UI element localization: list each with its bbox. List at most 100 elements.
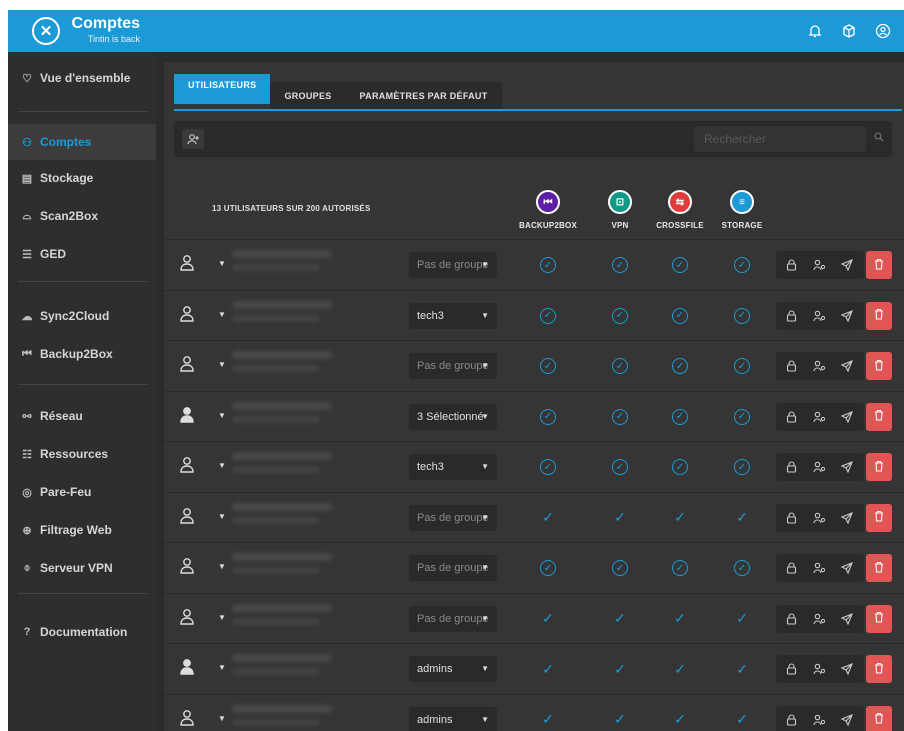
- service-toggle-crossfile[interactable]: ✓: [672, 560, 688, 576]
- service-toggle-crossfile[interactable]: ✓: [672, 358, 688, 374]
- service-toggle-backup2box[interactable]: ✓: [540, 257, 556, 273]
- lock-icon[interactable]: [784, 612, 798, 626]
- service-toggle-vpn[interactable]: ✓: [612, 358, 628, 374]
- send-icon[interactable]: [840, 309, 854, 323]
- lock-icon[interactable]: [784, 460, 798, 474]
- sidebar-item-r-seau[interactable]: ⚯ Réseau: [8, 398, 156, 434]
- user-key-icon[interactable]: [812, 410, 826, 424]
- box-icon[interactable]: [840, 22, 858, 40]
- user-key-icon[interactable]: [812, 258, 826, 272]
- service-toggle-vpn[interactable]: ✓: [610, 659, 630, 679]
- service-toggle-storage[interactable]: ✓: [734, 459, 750, 475]
- crossfile-icon[interactable]: ⇆: [668, 190, 692, 214]
- send-icon[interactable]: [840, 662, 854, 676]
- service-toggle-backup2box[interactable]: ✓: [538, 609, 558, 629]
- user-key-icon[interactable]: [812, 460, 826, 474]
- service-toggle-crossfile[interactable]: ✓: [672, 459, 688, 475]
- send-icon[interactable]: [840, 511, 854, 525]
- delete-user-button[interactable]: [866, 402, 892, 431]
- tab-parametres-par-defaut[interactable]: PARAMÈTRES PAR DÉFAUT: [345, 82, 502, 110]
- service-toggle-storage[interactable]: ✓: [734, 257, 750, 273]
- group-select[interactable]: admins ▼: [409, 656, 497, 682]
- lock-icon[interactable]: [784, 561, 798, 575]
- send-icon[interactable]: [840, 612, 854, 626]
- sidebar-item-scan2box[interactable]: ⌓ Scan2Box: [8, 198, 156, 234]
- lock-icon[interactable]: [784, 359, 798, 373]
- sidebar-item-documentation[interactable]: ? Documentation: [8, 614, 156, 650]
- user-circle-icon[interactable]: [874, 22, 892, 40]
- delete-user-button[interactable]: [866, 352, 892, 380]
- service-toggle-vpn[interactable]: ✓: [612, 560, 628, 576]
- user-key-icon[interactable]: [812, 309, 826, 323]
- lock-icon[interactable]: [784, 662, 798, 676]
- service-toggle-vpn[interactable]: ✓: [612, 257, 628, 273]
- sidebar-item-sync2cloud[interactable]: ☁ Sync2Cloud: [8, 298, 156, 334]
- service-toggle-storage[interactable]: ✓: [732, 508, 752, 528]
- service-toggle-backup2box[interactable]: ✓: [538, 508, 558, 528]
- service-toggle-storage[interactable]: ✓: [732, 659, 752, 679]
- service-toggle-vpn[interactable]: ✓: [610, 609, 630, 629]
- service-toggle-backup2box[interactable]: ✓: [540, 560, 556, 576]
- sidebar-item-pare-feu[interactable]: ◎ Pare-Feu: [8, 474, 156, 510]
- service-toggle-vpn[interactable]: ✓: [612, 408, 628, 425]
- sidebar-item-serveur-vpn[interactable]: ⌽ Serveur VPN: [8, 550, 156, 586]
- service-toggle-backup2box[interactable]: ✓: [540, 408, 556, 425]
- lock-icon[interactable]: [784, 511, 798, 525]
- service-toggle-crossfile[interactable]: ✓: [670, 609, 690, 629]
- service-toggle-storage[interactable]: ✓: [734, 560, 750, 576]
- service-toggle-crossfile[interactable]: ✓: [670, 508, 690, 528]
- user-key-icon[interactable]: [812, 561, 826, 575]
- expand-caret[interactable]: ▼: [218, 714, 226, 723]
- service-toggle-vpn[interactable]: ✓: [612, 459, 628, 475]
- send-icon[interactable]: [840, 460, 854, 474]
- add-user-button[interactable]: [182, 129, 204, 149]
- service-toggle-backup2box[interactable]: ✓: [540, 358, 556, 374]
- service-toggle-backup2box[interactable]: ✓: [540, 459, 556, 475]
- search-input[interactable]: [694, 126, 866, 152]
- send-icon[interactable]: [840, 258, 854, 272]
- service-toggle-vpn[interactable]: ✓: [610, 710, 630, 730]
- user-key-icon[interactable]: [812, 612, 826, 626]
- sidebar-item-backup2box[interactable]: ⏮ Backup2Box: [8, 336, 156, 372]
- group-select[interactable]: Pas de groupe ▼: [409, 504, 497, 531]
- service-toggle-vpn[interactable]: ✓: [610, 508, 630, 528]
- service-toggle-crossfile[interactable]: ✓: [672, 257, 688, 273]
- service-toggle-storage[interactable]: ✓: [734, 307, 750, 324]
- lock-icon[interactable]: [784, 309, 798, 323]
- delete-user-button[interactable]: [866, 604, 892, 633]
- sidebar-item-filtrage-web[interactable]: ⊕ Filtrage Web: [8, 512, 156, 548]
- delete-user-button[interactable]: [866, 453, 892, 481]
- service-toggle-storage[interactable]: ✓: [734, 408, 750, 425]
- group-select[interactable]: tech3 ▼: [409, 302, 497, 329]
- user-key-icon[interactable]: [812, 511, 826, 525]
- sidebar-item-comptes[interactable]: ⚇ Comptes: [8, 124, 156, 160]
- expand-caret[interactable]: ▼: [218, 259, 226, 268]
- bell-icon[interactable]: [806, 22, 824, 40]
- backup-icon[interactable]: ⏮: [536, 190, 560, 214]
- service-toggle-crossfile[interactable]: ✓: [672, 408, 688, 425]
- sidebar-item-ged[interactable]: ☰ GED: [8, 236, 156, 272]
- tab-groupes[interactable]: GROUPES: [270, 82, 346, 110]
- service-toggle-backup2box[interactable]: ✓: [538, 710, 558, 730]
- tab-utilisateurs[interactable]: UTILISATEURS: [174, 74, 271, 104]
- service-toggle-backup2box[interactable]: ✓: [540, 307, 556, 324]
- service-toggle-storage[interactable]: ✓: [734, 358, 750, 374]
- delete-user-button[interactable]: [866, 503, 892, 532]
- sidebar-item-ressources[interactable]: ☷ Ressources: [8, 436, 156, 472]
- delete-user-button[interactable]: [866, 705, 892, 731]
- lock-icon[interactable]: [784, 713, 798, 727]
- expand-caret[interactable]: ▼: [218, 310, 226, 319]
- expand-caret[interactable]: ▼: [218, 512, 226, 521]
- delete-user-button[interactable]: [866, 655, 892, 683]
- search-icon[interactable]: [874, 132, 884, 145]
- sidebar-item-stockage[interactable]: ▤ Stockage: [8, 160, 156, 196]
- group-select[interactable]: Pas de groupe ▼: [409, 555, 497, 581]
- send-icon[interactable]: [840, 713, 854, 727]
- service-toggle-crossfile[interactable]: ✓: [670, 659, 690, 679]
- service-toggle-crossfile[interactable]: ✓: [672, 307, 688, 324]
- sidebar-item-vue-d-ensemble[interactable]: ♡ Vue d'ensemble: [8, 60, 156, 96]
- service-toggle-storage[interactable]: ✓: [732, 710, 752, 730]
- storage-disk-icon[interactable]: ≡: [730, 190, 754, 214]
- service-toggle-backup2box[interactable]: ✓: [538, 659, 558, 679]
- expand-caret[interactable]: ▼: [218, 562, 226, 571]
